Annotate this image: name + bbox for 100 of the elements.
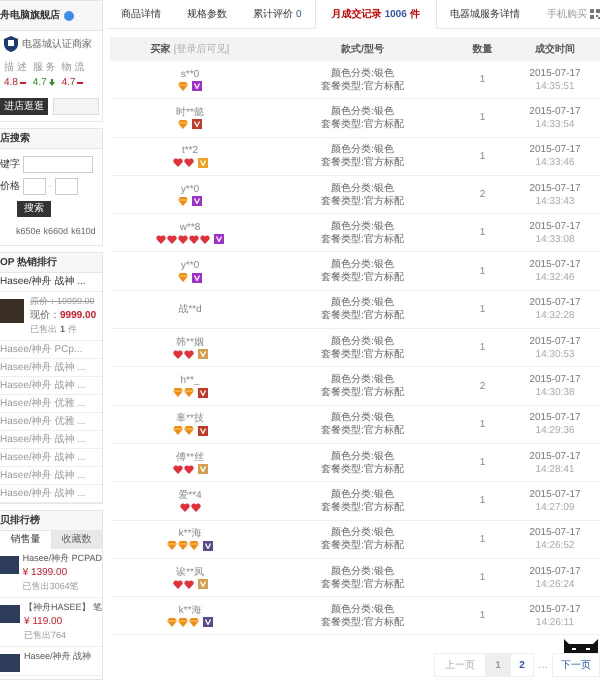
sold-count: 1	[60, 323, 66, 336]
current-price-label: 现价：	[30, 309, 60, 323]
buyer-name: k**海	[178, 604, 202, 617]
down-arrow-icon	[48, 79, 55, 86]
trade-date: 2015-07-17	[529, 373, 581, 386]
buyer-name: 辜**技	[176, 412, 204, 426]
page-button[interactable]: 2	[510, 653, 534, 678]
min-price-input[interactable]	[23, 178, 46, 195]
dash-icon	[77, 82, 84, 84]
next-page-button[interactable]: 下一页	[552, 653, 600, 678]
rating-label: 描 述	[4, 60, 27, 75]
enter-shop-button[interactable]: 进店逛逛	[0, 98, 48, 115]
product-link[interactable]: Hasee/神舟 战神 ...	[0, 274, 86, 289]
trade-time: 14:33:43	[536, 194, 574, 208]
quantity: 1	[480, 456, 486, 470]
current-price: 9999.00	[60, 309, 96, 323]
quantity: 1	[480, 302, 486, 317]
detail-tab[interactable]: 累计评价 0	[240, 0, 315, 28]
trade-time: 14:28:41	[536, 462, 574, 476]
column-header: 买家	[150, 42, 171, 56]
style-text: 套餐类型:官方标配	[321, 348, 404, 361]
product-price: ¥ 1399.00	[22, 566, 68, 580]
style-text: 套餐类型:官方标配	[321, 118, 404, 131]
search-tag-link[interactable]: k610d	[71, 225, 96, 238]
style-text: 颜色分类:银色	[331, 258, 394, 272]
rating-value: 4.7	[32, 76, 47, 90]
column-hint: [登录后可见]	[174, 42, 230, 56]
shield-icon	[4, 36, 18, 52]
search-tag-link[interactable]: k660d	[44, 225, 68, 238]
trade-date: 2015-07-17	[529, 296, 581, 310]
buyer-name: w**8	[180, 220, 200, 234]
style-text: 颜色分类:银色	[331, 104, 394, 118]
detail-tab[interactable]: 电器城服务详情	[436, 0, 533, 28]
panel-title: OP 热销排行	[0, 256, 58, 270]
trade-date: 2015-07-17	[529, 258, 581, 272]
rating-label: 服 务	[32, 61, 56, 75]
max-price-input[interactable]	[55, 178, 78, 195]
detail-tab[interactable]: 月成交记录 1006 件	[314, 0, 437, 28]
product-photo-placeholder[interactable]	[0, 556, 19, 574]
quantity: 1	[480, 150, 486, 164]
buyer-name: 韩**姻	[176, 336, 204, 349]
trade-time: 14:35:51	[536, 80, 574, 93]
trade-date: 2015-07-17	[529, 104, 581, 118]
trade-time: 14:33:46	[536, 156, 574, 170]
column-header: 数量	[472, 42, 492, 56]
style-text: 颜色分类:银色	[331, 182, 394, 195]
product-link[interactable]: 【神舟HASEE】 笔	[24, 600, 102, 614]
quantity: 1	[480, 341, 486, 356]
quantity: 1	[480, 494, 486, 508]
panel-title: 店搜索	[0, 131, 30, 146]
style-text: 套餐类型:官方标配	[321, 500, 404, 514]
style-text: 颜色分类:银色	[331, 373, 394, 386]
original-price: 原价：10999.00	[30, 294, 96, 308]
trade-time: 14:29:36	[536, 424, 574, 438]
trade-date: 2015-07-17	[529, 602, 581, 616]
style-text: 套餐类型:官方标配	[321, 424, 404, 438]
product-link[interactable]: Hasee/神舟 PCPAD	[22, 552, 102, 565]
style-text: 套餐类型:官方标配	[321, 309, 404, 322]
detail-tab[interactable]: 商品详情	[108, 0, 174, 28]
quantity: 1	[480, 111, 486, 126]
info-icon	[64, 10, 74, 20]
sold-count: 已售出764	[24, 629, 68, 642]
style-text: 套餐类型:官方标配	[321, 539, 404, 552]
quantity: 1	[480, 264, 486, 279]
buyer-name: 时**懿	[176, 106, 204, 119]
buyer-name: k**海	[178, 527, 202, 540]
keyword-input[interactable]	[23, 156, 93, 173]
quantity: 1	[480, 532, 486, 547]
search-button[interactable]: 搜索	[17, 200, 51, 216]
trade-date: 2015-07-17	[529, 488, 581, 501]
style-text: 套餐类型:官方标配	[321, 386, 404, 400]
laptop-photo-placeholder[interactable]	[0, 298, 24, 322]
sold-count: 已售出3064笔	[22, 580, 80, 593]
trade-date: 2015-07-17	[529, 334, 581, 348]
column-header: 款式/型号	[341, 42, 384, 56]
trade-time: 14:30:38	[536, 386, 574, 400]
search-tag-link[interactable]: k650e	[16, 225, 41, 238]
trade-date: 2015-07-17	[529, 220, 581, 233]
trade-time: 14:32:28	[536, 309, 574, 322]
quantity: 1	[480, 226, 486, 240]
detail-tab[interactable]: 规格参数	[174, 0, 240, 28]
buyer-name: 爱**4	[178, 488, 202, 502]
product-link[interactable]: Hasee/神舟 战神	[24, 650, 92, 663]
keyword-label: 键字	[0, 158, 20, 172]
quantity: 1	[480, 418, 486, 432]
qr-code-icon	[590, 9, 600, 19]
quantity: 2	[480, 188, 486, 202]
page-ellipsis: …	[537, 658, 549, 673]
quantity: 1	[480, 73, 486, 88]
trade-date: 2015-07-17	[529, 411, 581, 424]
style-text: 颜色分类:银色	[331, 296, 394, 310]
product-photo-placeholder[interactable]	[0, 604, 20, 622]
ranking-tab[interactable]: 收藏数	[51, 530, 102, 548]
sold-label: 已售出	[30, 323, 57, 336]
buyer-name: t**2	[182, 144, 198, 158]
quantity: 2	[480, 380, 486, 394]
product-photo-placeholder[interactable]	[0, 654, 20, 672]
product-price: ¥ 119.00	[24, 615, 64, 629]
trade-time: 14:33:08	[536, 232, 574, 246]
trade-date: 2015-07-17	[529, 143, 581, 156]
